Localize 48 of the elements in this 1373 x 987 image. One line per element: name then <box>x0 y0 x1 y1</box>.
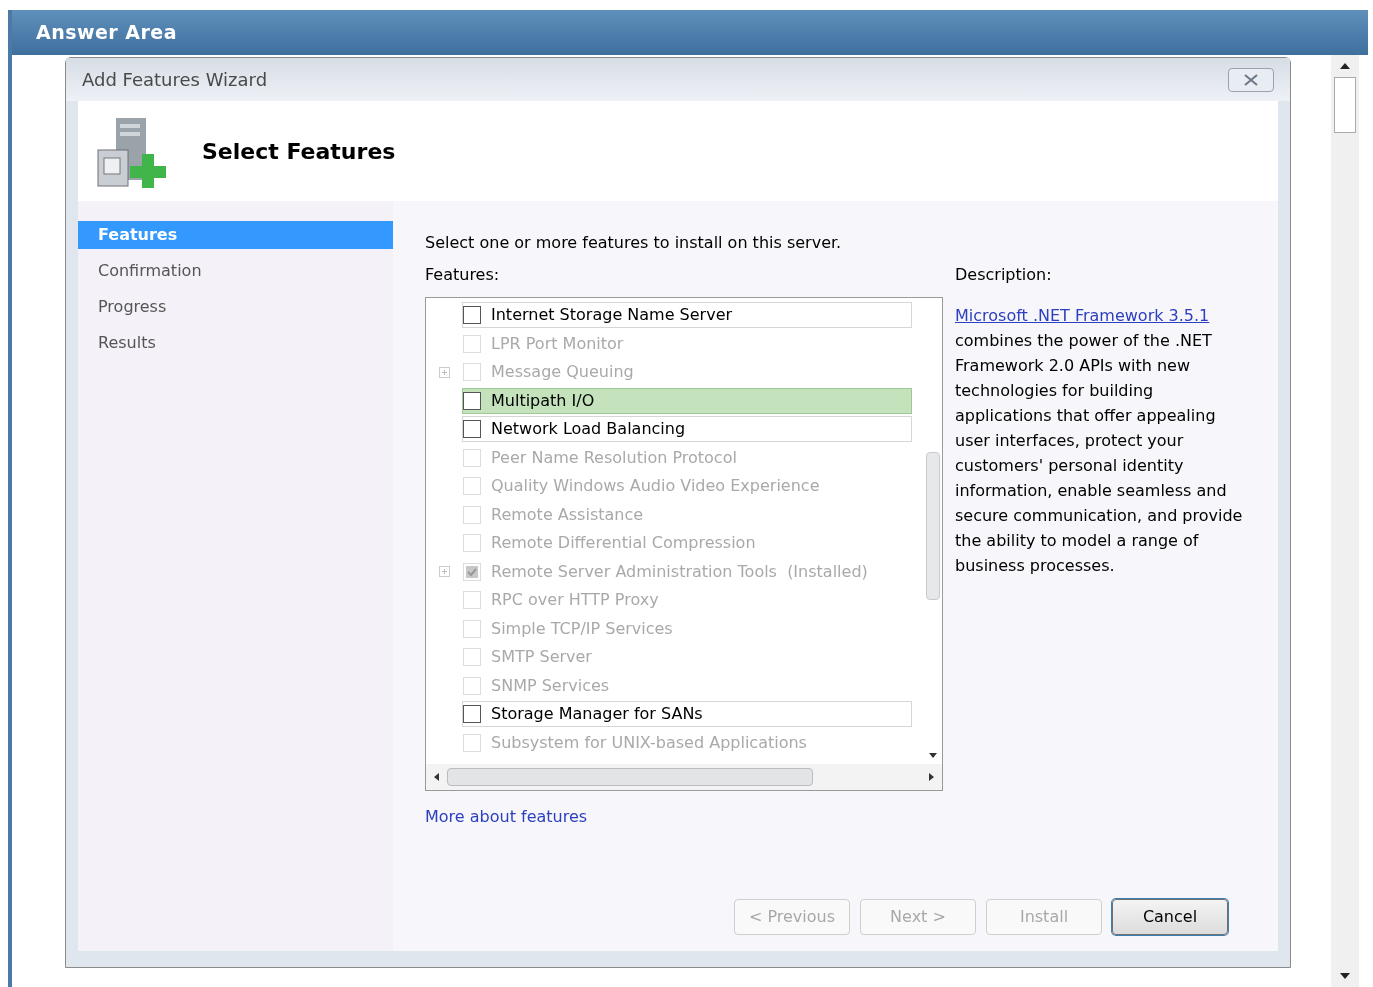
feature-item[interactable]: Storage Manager for SANs <box>462 701 912 728</box>
checkbox[interactable] <box>463 306 481 325</box>
scrollbar-thumb[interactable] <box>447 768 813 786</box>
more-about-features-link[interactable]: More about features <box>425 805 945 829</box>
wizard-step[interactable]: Progress <box>78 293 393 321</box>
feature-item[interactable]: Peer Name Resolution Protocol <box>462 444 912 471</box>
close-icon <box>1243 73 1259 86</box>
down-arrow-icon[interactable] <box>929 753 937 758</box>
window-title: Answer Area <box>36 20 177 46</box>
right-arrow-icon[interactable] <box>929 773 934 781</box>
features-label: Features: <box>425 264 501 286</box>
feature-item[interactable]: Simple TCP/IP Services <box>462 615 912 642</box>
instruction-text: Select one or more features to install on this server. <box>425 232 843 254</box>
feature-item[interactable]: Message Queuing <box>462 359 912 386</box>
checkbox[interactable] <box>463 705 481 724</box>
page-scrollbar[interactable] <box>1331 55 1359 987</box>
description-text: combines the power of the .NET Framework 2.0 APIs with new technologies for building applications that offer appealing user interfaces, protect your customers' personal identity information, enable seamless and secure communication, and provide the ability to model a range of business processes. <box>955 330 1244 577</box>
description-label: Description: <box>955 264 1053 286</box>
page-heading: Select Features <box>202 137 396 166</box>
framework-link[interactable]: Microsoft .NET Framework 3.5.1 <box>955 303 1245 328</box>
scrollbar-thumb[interactable] <box>926 451 940 600</box>
checkbox[interactable] <box>463 420 481 439</box>
wizard-step[interactable]: Features <box>78 221 393 249</box>
up-arrow-icon[interactable] <box>1340 63 1350 69</box>
wizard-step[interactable]: Results <box>78 329 393 357</box>
checkbox[interactable] <box>463 391 481 410</box>
feature-item[interactable]: Subsystem for UNIX-based Applications <box>462 729 912 756</box>
feature-item[interactable]: Internet Storage Name Server <box>462 302 912 329</box>
feature-item[interactable]: Network Load Balancing <box>462 416 912 443</box>
scrollbar-thumb[interactable] <box>1334 77 1356 133</box>
feature-item[interactable]: SMTP Server <box>462 644 912 671</box>
down-arrow-icon[interactable] <box>1340 973 1350 979</box>
left-arrow-icon[interactable] <box>434 773 439 781</box>
close-button[interactable] <box>1228 67 1274 92</box>
feature-item[interactable]: Quality Windows Audio Video Experience <box>462 473 912 500</box>
feature-item[interactable]: LPR Port Monitor <box>462 330 912 357</box>
feature-item[interactable]: RPC over HTTP Proxy <box>462 587 912 614</box>
wizard-step[interactable]: Confirmation <box>78 257 393 285</box>
feature-item[interactable]: Remote Differential Compression <box>462 530 912 557</box>
horizontal-scrollbar[interactable] <box>426 764 942 790</box>
feature-item[interactable]: Multipath I/O <box>462 387 912 414</box>
expand-icon[interactable] <box>438 566 450 578</box>
feature-item[interactable]: SNMP Services <box>462 672 912 699</box>
wizard-button[interactable]: Cancel <box>1112 899 1228 935</box>
expand-icon[interactable] <box>438 366 450 378</box>
dialog-title: Add Features Wizard <box>82 68 268 92</box>
feature-item[interactable]: Remote Server Administration Tools (Installed) <box>462 558 912 585</box>
feature-item[interactable]: Remote Assistance <box>462 501 912 528</box>
